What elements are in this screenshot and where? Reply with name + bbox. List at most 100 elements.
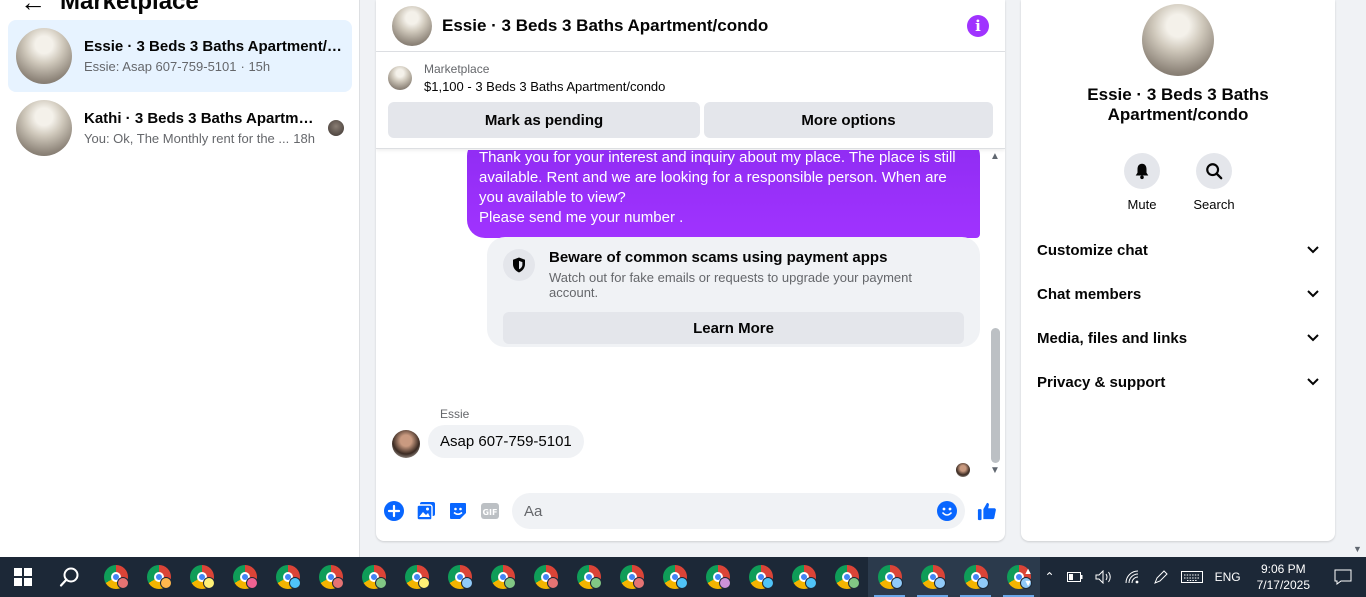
clock-time: 9:06 PM (1260, 562, 1306, 576)
language-indicator[interactable]: ENG (1209, 570, 1247, 584)
chrome-taskbar-icon[interactable] (610, 557, 653, 597)
conversation-snippet: Essie: Asap 607-759-5101 (84, 59, 237, 74)
chevron-down-icon (1307, 334, 1319, 342)
message-composer: GIF (376, 490, 1005, 532)
conversation-name: Essie · 3 Beds 3 Baths Apartment/c... (84, 38, 344, 55)
chat-title[interactable]: Essie · 3 Beds 3 Baths Apartment/condo (442, 16, 957, 36)
thumbs-up-icon[interactable] (977, 501, 997, 521)
chrome-taskbar-icon[interactable] (395, 557, 438, 597)
bell-icon (1124, 153, 1160, 189)
more-options-button[interactable]: More options (704, 102, 993, 138)
chat-panel: Essie · 3 Beds 3 Baths Apartment/condo i… (376, 0, 1005, 541)
conversation-avatar (16, 100, 72, 156)
media-files-links-section[interactable]: Media, files and links (1037, 324, 1319, 352)
taskbar-clock[interactable]: 9:06 PM 7/17/2025 (1247, 561, 1320, 593)
svg-text:GIF: GIF (482, 508, 497, 517)
read-receipt-avatar (328, 120, 344, 136)
add-plus-icon[interactable] (384, 501, 404, 521)
section-label: Chat members (1037, 285, 1142, 303)
chrome-taskbar-icon[interactable] (954, 557, 997, 597)
chrome-taskbar-icon[interactable] (825, 557, 868, 597)
section-label: Media, files and links (1037, 329, 1188, 347)
page-scroll-down-arrow-icon[interactable]: ▼ (1353, 544, 1362, 554)
network-icon[interactable] (1119, 570, 1147, 584)
search-icon (1196, 153, 1232, 189)
mark-pending-button[interactable]: Mark as pending (388, 102, 700, 138)
search-button[interactable]: Search (1192, 153, 1236, 212)
mute-label: Mute (1127, 197, 1157, 212)
gif-icon[interactable]: GIF (480, 501, 500, 521)
taskbar-search-icon[interactable] (46, 557, 94, 597)
sticker-icon[interactable] (448, 501, 468, 521)
conversation-avatar (16, 28, 72, 84)
info-avatar[interactable] (1142, 4, 1214, 76)
chat-avatar[interactable] (392, 5, 432, 46)
chrome-taskbar-icon[interactable] (524, 557, 567, 597)
chrome-taskbar-icon[interactable] (438, 557, 481, 597)
emoji-icon[interactable] (937, 501, 957, 521)
listing-thumbnail[interactable] (388, 66, 412, 90)
listing-title[interactable]: $1,100 - 3 Beds 3 Baths Apartment/condo (424, 79, 665, 94)
conversation-snippet: You: Ok, The Monthly rent for the ... (84, 131, 290, 146)
search-label: Search (1193, 197, 1235, 212)
info-name: Essie · 3 Beds 3 Baths Apartment/condo (1087, 85, 1269, 124)
system-tray: ▲ ▼ ⌃ ENG 9:06 PM 7/17/2025 (1018, 557, 1366, 597)
conversation-time: 18h (293, 131, 315, 146)
learn-more-button[interactable]: Learn More (503, 312, 964, 344)
conversation-item-essie[interactable]: Essie · 3 Beds 3 Baths Apartment/c... Es… (8, 20, 352, 92)
marketplace-label: Marketplace (424, 62, 490, 76)
chrome-taskbar-icon[interactable] (567, 557, 610, 597)
section-label: Privacy & support (1037, 373, 1166, 391)
message-input[interactable] (524, 502, 937, 520)
chrome-taskbar-icon[interactable] (137, 557, 180, 597)
chrome-taskbar-icon[interactable] (309, 557, 352, 597)
windows-start-icon[interactable] (0, 557, 46, 597)
scam-warning-title: Beware of common scams using payment app… (549, 249, 888, 266)
chevron-down-icon (1307, 290, 1319, 298)
chrome-taskbar-icon[interactable] (911, 557, 954, 597)
chrome-taskbar-icon[interactable] (352, 557, 395, 597)
chrome-taskbar-icon[interactable] (94, 557, 137, 597)
battery-icon[interactable] (1061, 572, 1089, 582)
sender-avatar[interactable] (392, 430, 420, 458)
chrome-taskbar-icon[interactable] (782, 557, 825, 597)
mute-button[interactable]: Mute (1120, 153, 1164, 212)
chrome-taskbar-icon[interactable] (481, 557, 524, 597)
info-icon[interactable]: i (967, 14, 989, 37)
chrome-taskbar-icon[interactable] (696, 557, 739, 597)
notification-icon[interactable] (1320, 569, 1366, 585)
conversation-time: · 15h (240, 59, 271, 74)
scroll-up-arrow-icon[interactable]: ▲ (989, 152, 1001, 162)
privacy-support-section[interactable]: Privacy & support (1037, 368, 1319, 396)
keyboard-icon[interactable] (1175, 571, 1209, 583)
scroll-down-arrow-icon[interactable]: ▼ (989, 466, 1001, 476)
customize-chat-section[interactable]: Customize chat (1037, 236, 1319, 264)
chrome-taskbar-icon[interactable] (868, 557, 911, 597)
chat-header: Essie · 3 Beds 3 Baths Apartment/condo i (376, 0, 1005, 52)
message-list: Thank you for your interest and inquiry … (376, 150, 1005, 480)
scam-warning-card: Beware of common scams using payment app… (487, 237, 980, 347)
section-label: Customize chat (1037, 241, 1148, 259)
back-arrow-icon[interactable]: ← (20, 0, 46, 15)
outgoing-message: Thank you for your interest and inquiry … (467, 150, 980, 238)
pen-icon[interactable] (1147, 569, 1175, 585)
chat-members-section[interactable]: Chat members (1037, 280, 1319, 308)
message-scrollbar[interactable] (991, 328, 1000, 463)
shield-icon (503, 249, 535, 281)
conversation-info-panel: Essie · 3 Beds 3 Baths Apartment/condo M… (1021, 0, 1335, 541)
taskbar-scroll-icon[interactable]: ▲ ▼ (1018, 565, 1039, 589)
chrome-taskbar-icon[interactable] (180, 557, 223, 597)
message-input-wrapper (512, 493, 965, 529)
chrome-taskbar-icon[interactable] (266, 557, 309, 597)
chrome-taskbar-icon[interactable] (739, 557, 782, 597)
photo-icon[interactable] (416, 501, 436, 521)
show-hidden-icons-icon[interactable]: ⌃ (1039, 570, 1061, 584)
windows-taskbar: ▲ ▼ ⌃ ENG 9:06 PM 7/17/2025 (0, 557, 1366, 597)
chrome-taskbar-icon[interactable] (653, 557, 696, 597)
chevron-down-icon (1307, 246, 1319, 254)
chrome-taskbar-icon[interactable] (223, 557, 266, 597)
conversation-name: Kathi · 3 Beds 3 Baths Apartmen... (84, 110, 316, 127)
volume-icon[interactable] (1089, 570, 1119, 584)
conversation-item-kathi[interactable]: Kathi · 3 Beds 3 Baths Apartmen... You: … (8, 92, 352, 164)
clock-date: 7/17/2025 (1256, 578, 1310, 592)
